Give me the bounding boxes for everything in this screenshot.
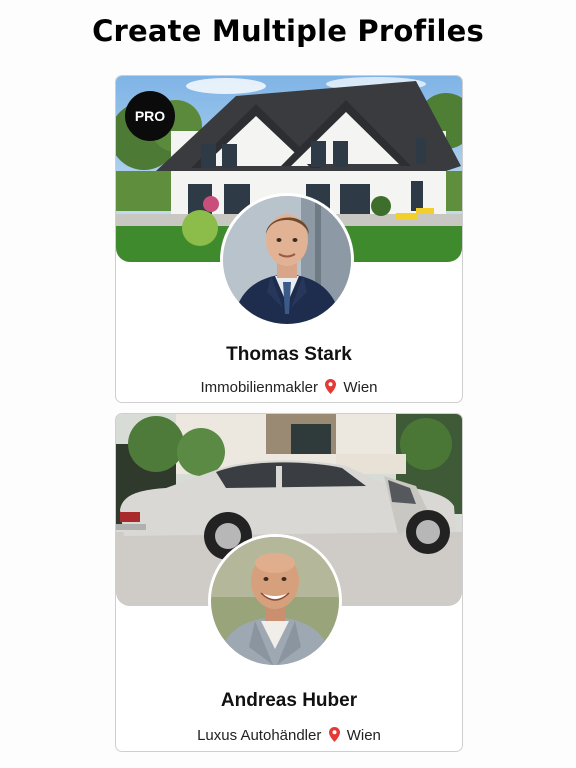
profile-card-andreas-huber[interactable]: Andreas Huber Luxus Autohändler Wien (115, 413, 463, 752)
profile-meta: Luxus Autohändler Wien (116, 727, 462, 746)
profile-location: Wien (343, 379, 378, 396)
man-in-suit-avatar[interactable] (220, 193, 354, 327)
location-pin-icon (328, 727, 340, 746)
profile-meta: Immobilienmakler Wien (116, 379, 462, 398)
location-pin-icon (325, 379, 337, 398)
page-title: Create Multiple Profiles (92, 14, 484, 48)
pro-badge: PRO (125, 91, 175, 141)
smiling-man-avatar[interactable] (208, 534, 342, 668)
profile-card-thomas-stark[interactable]: PRO Thomas Stark Immobilienmakler Wien (115, 75, 463, 403)
profile-location: Wien (346, 727, 381, 744)
profile-name: Thomas Stark (226, 344, 352, 365)
profile-name: Andreas Huber (220, 690, 358, 711)
profile-profession: Luxus Autohändler (197, 727, 322, 744)
profile-profession: Immobilienmakler (200, 379, 318, 396)
